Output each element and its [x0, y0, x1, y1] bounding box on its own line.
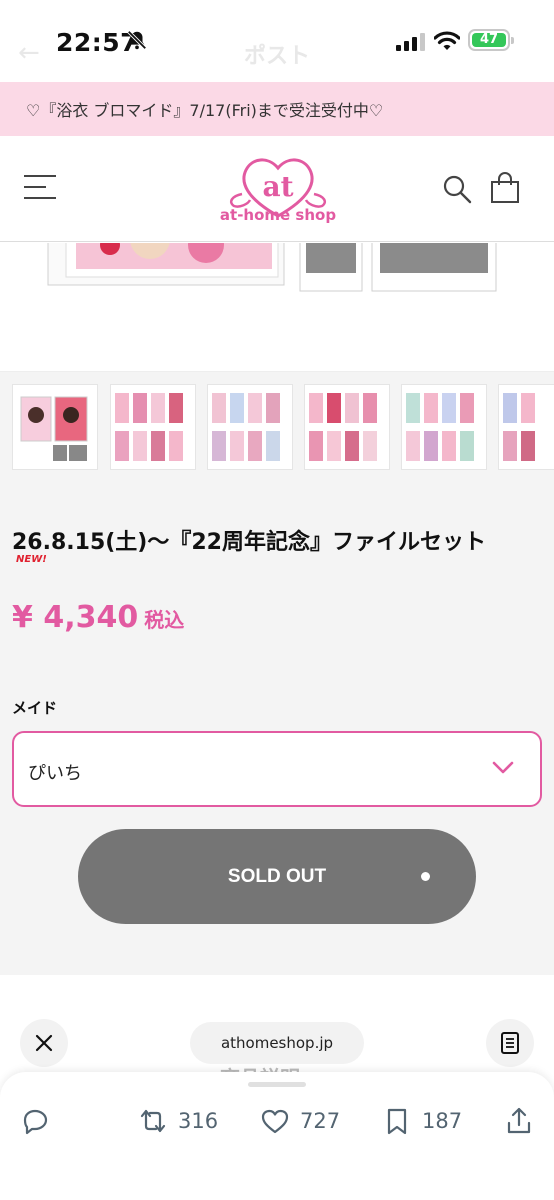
share-icon [507, 1107, 531, 1134]
status-bar: ← ポスト 22:57 47 [0, 0, 554, 82]
variant-selected-value: ぴいち [28, 763, 82, 784]
thumbnail-5[interactable] [401, 384, 487, 470]
product-image-illustration [47, 243, 497, 292]
product-main-image[interactable] [0, 243, 554, 371]
battery-icon: 47 [468, 29, 514, 51]
product-title: 26.8.15(土)〜『22周年記念』ファイルセット [12, 530, 486, 555]
bookmark-icon [387, 1108, 407, 1135]
post-action-bar [0, 1072, 554, 1200]
cellular-signal-icon [396, 33, 425, 51]
back-arrow-icon: ← [18, 38, 40, 68]
heart-icon [261, 1109, 289, 1134]
thumbnail-strip[interactable] [0, 372, 554, 478]
chevron-down-icon [492, 761, 514, 774]
battery-level: 47 [472, 33, 506, 47]
reply-button[interactable] [20, 1106, 50, 1136]
reader-icon [501, 1032, 519, 1054]
reply-icon [23, 1109, 48, 1135]
menu-icon[interactable] [24, 175, 56, 201]
logo-mark: at [262, 170, 293, 203]
like-button[interactable]: 727 [260, 1106, 340, 1136]
wifi-icon [434, 31, 460, 50]
new-badge: NEW! [16, 554, 47, 565]
bookmark-button[interactable]: 187 [382, 1106, 462, 1136]
sheet-grabber[interactable] [248, 1082, 306, 1087]
repost-icon [140, 1109, 166, 1133]
thumbnail-4[interactable] [304, 384, 390, 470]
cart-bag-icon[interactable] [490, 172, 520, 204]
close-browser-button[interactable] [20, 1019, 68, 1067]
variant-label: メイド [12, 699, 58, 717]
share-button[interactable] [504, 1106, 534, 1136]
sold-out-button[interactable]: SOLD OUT [78, 829, 476, 924]
search-icon[interactable] [442, 174, 472, 204]
repost-count: 316 [178, 1109, 219, 1133]
variant-select[interactable]: ぴいち [12, 731, 542, 807]
product-price: ¥ 4,340 税込 [12, 600, 184, 635]
reader-mode-button[interactable] [486, 1019, 534, 1067]
dot-indicator [421, 872, 430, 881]
thumbnail-6[interactable] [498, 384, 554, 470]
logo-text[interactable]: at-home shop [200, 206, 356, 224]
thumbnail-3[interactable] [207, 384, 293, 470]
thumbnail-1[interactable] [12, 384, 98, 470]
bookmark-count: 187 [422, 1109, 463, 1133]
tax-label: 税込 [144, 608, 185, 632]
bell-muted-icon [127, 30, 147, 50]
sold-out-label: SOLD OUT [227, 865, 327, 887]
like-count: 727 [300, 1109, 341, 1133]
ghost-page-title: ポスト [244, 44, 311, 69]
repost-button[interactable]: 316 [138, 1106, 218, 1136]
close-icon [35, 1034, 53, 1052]
thumbnail-2[interactable] [110, 384, 196, 470]
price-amount: ¥ 4,340 [12, 600, 139, 635]
announcement-text: ♡『浴衣 ブロマイド』7/17(Fri)まで受注受付中♡ [26, 101, 384, 120]
announcement-banner[interactable]: ♡『浴衣 ブロマイド』7/17(Fri)まで受注受付中♡ [0, 82, 554, 136]
url-bar[interactable]: athomeshop.jp [190, 1022, 364, 1064]
